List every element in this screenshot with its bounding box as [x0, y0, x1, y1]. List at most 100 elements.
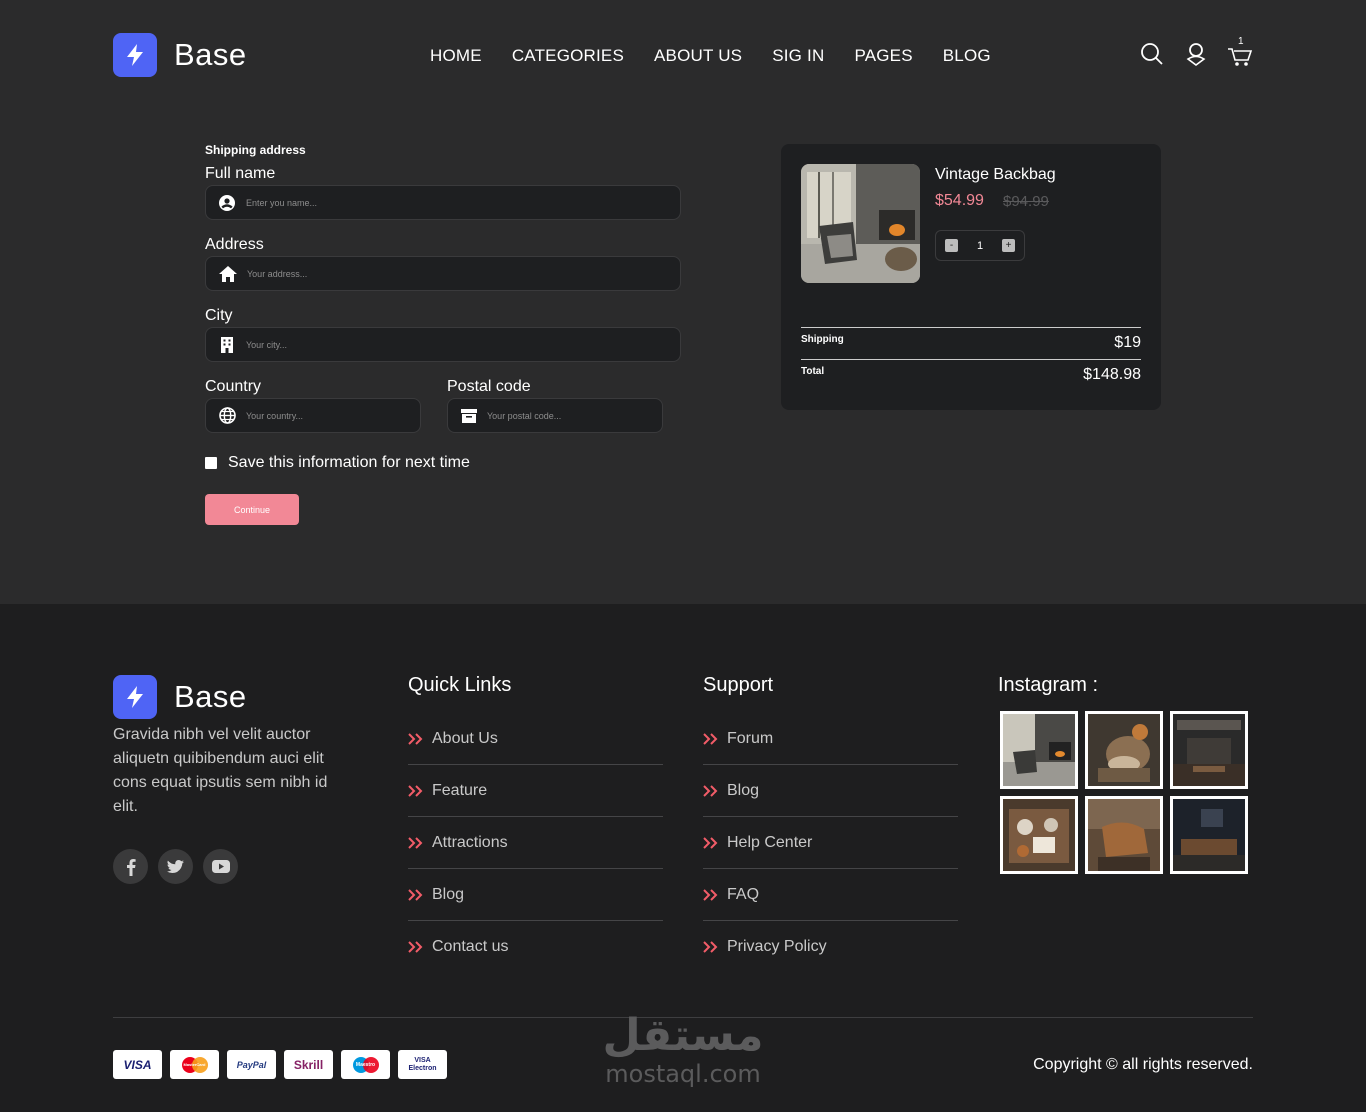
- save-info-checkbox[interactable]: [205, 457, 217, 469]
- nav-sign-in[interactable]: SIG IN: [772, 46, 824, 66]
- home-icon: [219, 265, 237, 283]
- continue-button[interactable]: Continue: [205, 494, 299, 525]
- footer-link-help-center[interactable]: Help Center: [703, 817, 958, 869]
- payment-methods: VISA MasterCard PayPal Skrill Maestro VI…: [113, 1050, 447, 1079]
- search-icon[interactable]: [1139, 40, 1165, 68]
- footer-link-forum[interactable]: Forum: [703, 713, 958, 765]
- nav-categories[interactable]: CATEGORIES: [512, 46, 624, 66]
- brand-logo[interactable]: Base: [113, 33, 247, 77]
- instagram-title: Instagram :: [998, 674, 1099, 696]
- footer-link-label: Feature: [432, 781, 488, 799]
- support-title: Support: [703, 674, 774, 696]
- support-column: Support Forum Blog Help Center FAQ Priva…: [703, 674, 958, 973]
- nav-home[interactable]: HOME: [430, 46, 482, 66]
- quantity-decrease-button[interactable]: -: [945, 239, 958, 252]
- footer-link-label: Blog: [432, 885, 465, 903]
- brand-name: Base: [174, 37, 247, 72]
- footer-link-support-blog[interactable]: Blog: [703, 765, 958, 817]
- footer-link-label: About Us: [432, 729, 498, 747]
- cart-count: 1: [1238, 36, 1244, 47]
- quantity-value: 1: [976, 239, 984, 252]
- divider: [801, 359, 1141, 360]
- footer-brand-name: Base: [174, 679, 247, 714]
- footer-link-faq[interactable]: FAQ: [703, 869, 958, 921]
- watermark-latin: mostaql.com: [605, 1060, 761, 1088]
- footer-link-label: Contact us: [432, 938, 509, 955]
- quick-links-column: Quick Links About Us Feature Attractions…: [408, 674, 663, 973]
- instagram-photo[interactable]: [1000, 711, 1078, 789]
- footer-link-feature[interactable]: Feature: [408, 765, 663, 817]
- footer-link-blog[interactable]: Blog: [408, 869, 663, 921]
- shipping-value: $19: [1114, 334, 1141, 351]
- country-label: Country: [205, 378, 262, 395]
- social-links: [113, 849, 238, 884]
- site-header: Base HOME CATEGORIES ABOUT US SIG IN PAG…: [0, 0, 1366, 110]
- product-old-price: $94.99: [1003, 193, 1049, 210]
- footer-link-contact-us[interactable]: Contact us: [408, 921, 663, 973]
- nav-pages[interactable]: PAGES: [854, 46, 912, 66]
- facebook-icon[interactable]: [113, 849, 148, 884]
- instagram-photo[interactable]: [1000, 796, 1078, 874]
- quick-links-title: Quick Links: [408, 674, 512, 696]
- full-name-input[interactable]: [245, 197, 680, 208]
- address-field[interactable]: [205, 256, 681, 291]
- nav-blog[interactable]: BLOG: [943, 46, 991, 66]
- double-chevron-right-icon: [408, 888, 424, 901]
- country-col: Country: [205, 378, 421, 449]
- country-input[interactable]: [246, 410, 420, 421]
- footer-link-label: Privacy Policy: [727, 938, 827, 955]
- copyright-text: Copyright © all rights reserved.: [1033, 1056, 1253, 1073]
- archive-icon: [461, 407, 477, 425]
- user-circle-icon: [219, 194, 236, 212]
- footer-link-label: Forum: [727, 729, 774, 747]
- save-info-label: Save this information for next time: [228, 454, 470, 471]
- header-actions: 1: [1139, 36, 1253, 68]
- nav-about-us[interactable]: ABOUT US: [654, 46, 742, 66]
- instagram-section: Instagram :: [998, 674, 1248, 874]
- postal-input[interactable]: [487, 410, 662, 421]
- lightning-icon: [113, 675, 157, 719]
- total-label: Total: [801, 366, 825, 377]
- double-chevron-right-icon: [703, 941, 719, 953]
- main-nav: HOME CATEGORIES ABOUT US SIG IN PAGES BL…: [430, 46, 991, 66]
- double-chevron-right-icon: [703, 732, 719, 745]
- cart-icon[interactable]: 1: [1227, 36, 1253, 68]
- order-summary: Vintage Backbag $54.99 $94.99 - 1 + Ship…: [781, 144, 1161, 410]
- footer-link-attractions[interactable]: Attractions: [408, 817, 663, 869]
- double-chevron-right-icon: [408, 941, 424, 953]
- full-name-label: Full name: [205, 165, 276, 182]
- footer-link-label: FAQ: [727, 885, 760, 903]
- save-info-row: Save this information for next time: [205, 454, 681, 472]
- country-field[interactable]: [205, 398, 421, 433]
- city-input[interactable]: [245, 339, 680, 350]
- footer-link-label: Help Center: [727, 833, 813, 851]
- section-title: Shipping address: [205, 143, 306, 157]
- visa-electron-icon: VISA Electron: [398, 1050, 447, 1079]
- instagram-photo[interactable]: [1085, 711, 1163, 789]
- quantity-stepper: - 1 +: [935, 230, 1025, 261]
- city-field[interactable]: [205, 327, 681, 362]
- watermark: مستقل mostaql.com: [598, 1009, 768, 1088]
- user-icon[interactable]: [1183, 40, 1209, 68]
- footer-logo[interactable]: Base: [113, 675, 247, 719]
- twitter-icon[interactable]: [158, 849, 193, 884]
- product-title[interactable]: Vintage Backbag: [935, 166, 1056, 184]
- youtube-icon[interactable]: [203, 849, 238, 884]
- footer-link-about-us[interactable]: About Us: [408, 713, 663, 765]
- double-chevron-right-icon: [408, 732, 424, 745]
- address-input[interactable]: [247, 268, 680, 279]
- full-name-field[interactable]: [205, 185, 681, 220]
- skrill-icon: Skrill: [284, 1050, 333, 1079]
- paypal-icon: PayPal: [227, 1050, 276, 1079]
- instagram-photo[interactable]: [1170, 796, 1248, 874]
- postal-field[interactable]: [447, 398, 663, 433]
- instagram-photo[interactable]: [1085, 796, 1163, 874]
- building-icon: [219, 336, 236, 354]
- instagram-photo[interactable]: [1170, 711, 1248, 789]
- footer-description: Gravida nibh vel velit auctor aliquetn q…: [113, 726, 328, 815]
- divider: [801, 327, 1141, 328]
- footer-link-privacy-policy[interactable]: Privacy Policy: [703, 921, 958, 973]
- product-image: [801, 164, 920, 283]
- quantity-increase-button[interactable]: +: [1002, 239, 1015, 252]
- postal-label: Postal code: [447, 378, 531, 395]
